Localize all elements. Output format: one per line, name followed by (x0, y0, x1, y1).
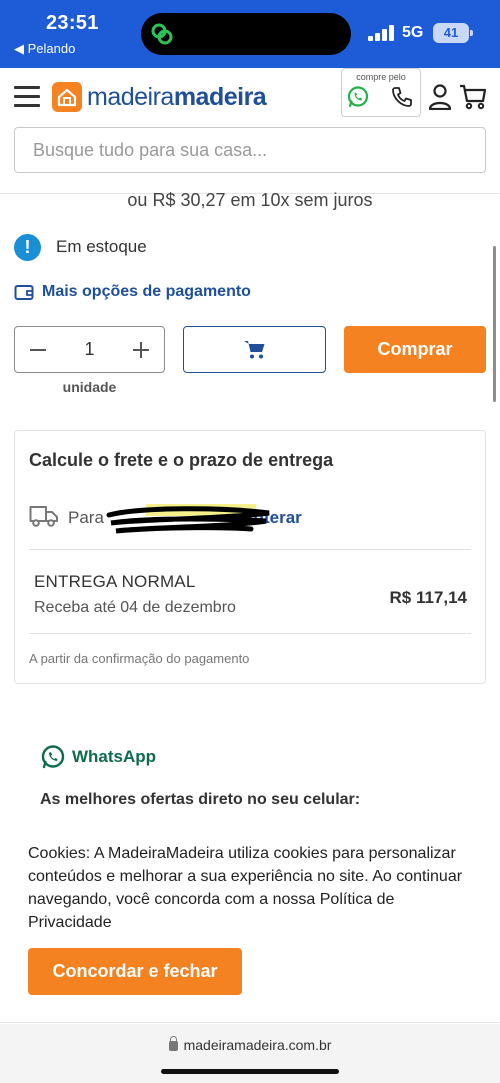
divider (29, 633, 471, 634)
wallet-icon (14, 285, 34, 300)
more-payment-options-link[interactable]: Mais opções de pagamento (14, 283, 251, 301)
house-logo-icon (52, 82, 82, 112)
link-icon (151, 23, 173, 45)
dynamic-island (141, 13, 351, 55)
logo-wordmark: madeiramadeira (87, 82, 267, 111)
more-payment-options-label: Mais opções de pagamento (42, 283, 251, 300)
status-time: 23:51 (46, 12, 99, 34)
cookie-banner: Cookies: A MadeiraMadeira utiliza cookie… (0, 827, 500, 1023)
divider (29, 549, 471, 550)
stock-status-label: Em estoque (56, 237, 147, 256)
url-text: madeiramadeira.com.br (183, 1037, 332, 1053)
buy-button[interactable]: Comprar (344, 326, 486, 373)
cookie-text: Cookies: A MadeiraMadeira utiliza cookie… (28, 845, 463, 931)
home-indicator[interactable] (161, 1069, 339, 1074)
quantity-value[interactable]: 1 (61, 327, 118, 372)
whatsapp-icon[interactable] (346, 85, 370, 109)
truck-icon (29, 506, 58, 527)
phone-icon[interactable] (390, 85, 414, 109)
whatsapp-tagline: As melhores ofertas direto no seu celula… (40, 791, 361, 808)
hamburger-menu-icon[interactable] (14, 86, 40, 108)
shopping-cart-icon[interactable] (459, 84, 487, 110)
redacted-address (106, 504, 270, 534)
buy-via-label: compre pelo (356, 72, 406, 82)
decrease-quantity-button[interactable] (15, 327, 61, 372)
quantity-unit-label: unidade (62, 379, 117, 395)
battery-icon: 41 (433, 23, 473, 43)
site-logo[interactable]: madeiramadeira (52, 80, 267, 114)
search-input[interactable] (14, 127, 486, 173)
user-account-icon[interactable] (428, 84, 452, 110)
address-bar-url[interactable]: madeiramadeira.com.br (0, 1036, 500, 1053)
shipping-note: A partir da confirmação do pagamento (29, 651, 250, 666)
installments-text: ou R$ 30,27 em 10x sem juros (127, 190, 373, 210)
cart-icon (243, 340, 264, 358)
accept-cookies-button[interactable]: Concordar e fechar (28, 948, 242, 995)
scrollbar[interactable] (493, 246, 496, 402)
shipping-estimate: Receba até 04 de dezembro (34, 599, 236, 616)
whatsapp-icon (41, 745, 65, 769)
shipping-price: R$ 117,14 (389, 588, 467, 607)
shipping-destination-label: Para (68, 508, 104, 527)
browser-address-bar[interactable]: madeiramadeira.com.br (0, 1024, 500, 1083)
buy-via-box: compre pelo (341, 68, 421, 117)
info-icon: ! (14, 233, 41, 261)
shipping-method: ENTREGA NORMAL (34, 572, 196, 591)
whatsapp-label: WhatsApp (72, 747, 157, 766)
shipping-card: Calcule o frete e o prazo de entrega Par… (14, 430, 486, 684)
cellular-signal-icon (368, 25, 394, 41)
stock-status: ! Em estoque (14, 233, 147, 261)
network-type: 5G (402, 24, 424, 41)
quantity-stepper: 1 (14, 326, 165, 373)
add-to-cart-button[interactable] (183, 326, 326, 373)
back-to-app-link[interactable]: ◀ Pelando (14, 41, 75, 57)
lock-icon (168, 1036, 178, 1051)
site-header: madeiramadeira compre pelo (0, 68, 500, 194)
increase-quantity-button[interactable] (118, 327, 164, 372)
status-bar: 23:51 ◀ Pelando 5G 41 (0, 0, 500, 68)
shipping-title: Calcule o frete e o prazo de entrega (29, 450, 334, 470)
whatsapp-section: WhatsApp (40, 744, 156, 770)
